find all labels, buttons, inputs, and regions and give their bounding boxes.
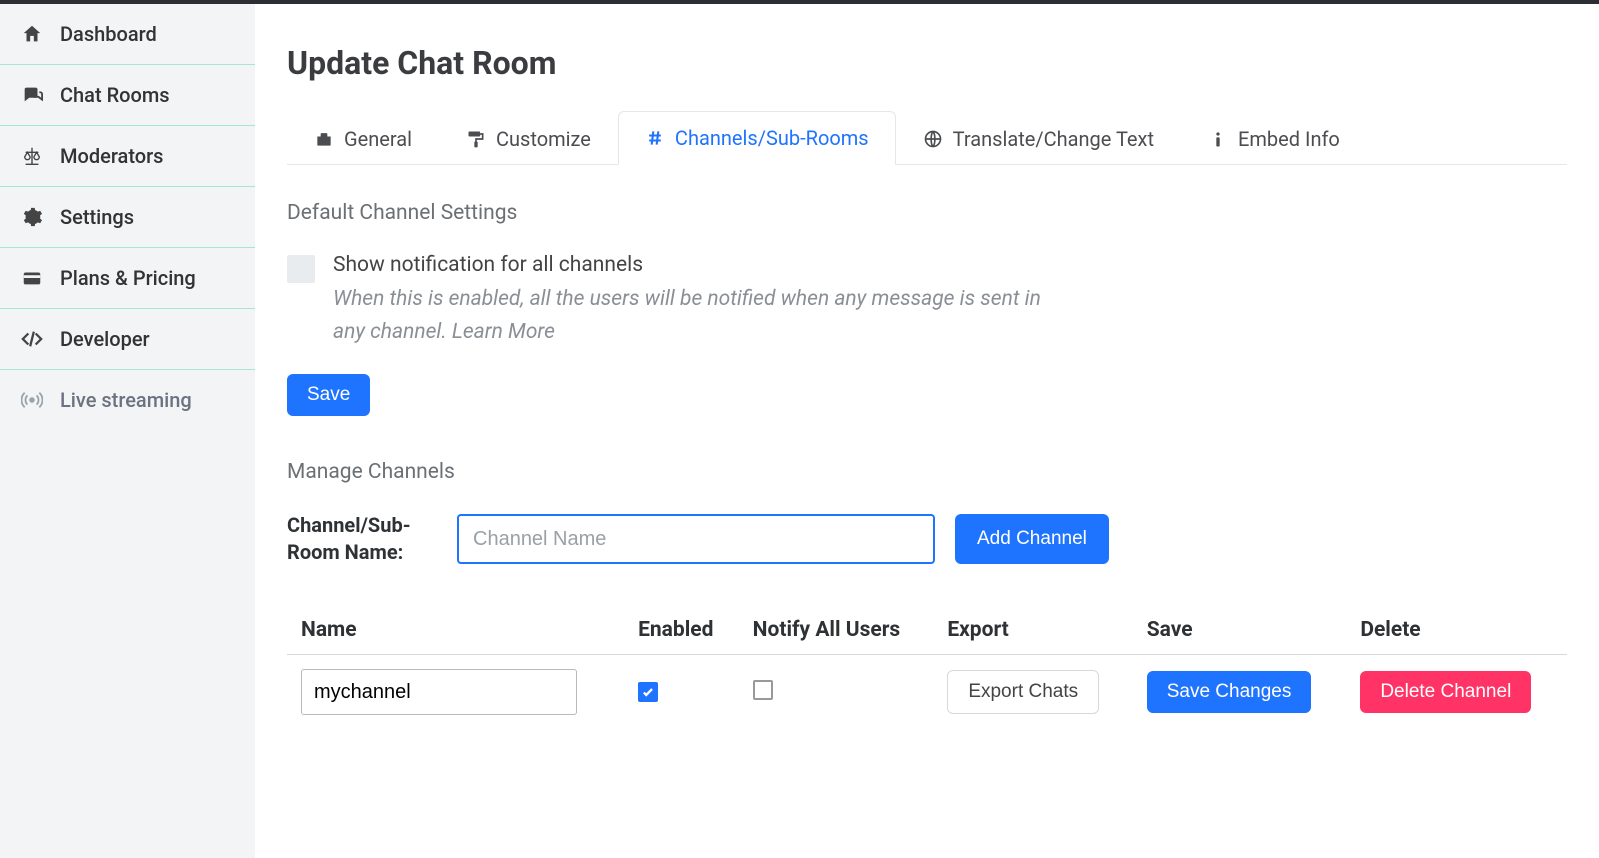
sidebar-item-label: Dashboard xyxy=(60,22,157,46)
paint-roller-icon xyxy=(466,129,486,149)
col-export: Export xyxy=(933,606,1132,655)
col-name: Name xyxy=(287,606,624,655)
channel-name-input[interactable] xyxy=(457,514,935,564)
save-settings-button[interactable]: Save xyxy=(287,374,370,416)
tab-customize[interactable]: Customize xyxy=(439,111,618,165)
page-title: Update Chat Room xyxy=(287,44,1567,82)
toolbox-icon xyxy=(314,129,334,149)
sidebar-item-label: Settings xyxy=(60,205,134,229)
col-enabled: Enabled xyxy=(624,606,739,655)
info-icon xyxy=(1208,129,1228,149)
main-content: Update Chat Room General Customize Chann… xyxy=(255,4,1599,858)
tab-translate[interactable]: Translate/Change Text xyxy=(896,111,1181,165)
sidebar-item-developer[interactable]: Developer xyxy=(0,309,255,370)
app-layout: Dashboard Chat Rooms Moderators Settings… xyxy=(0,4,1599,858)
tab-channels[interactable]: Channels/Sub-Rooms xyxy=(618,111,896,165)
default-settings-section: Default Channel Settings Show notificati… xyxy=(287,201,1567,416)
sidebar-item-label: Live streaming xyxy=(60,388,192,412)
notify-all-description: When this is enabled, all the users will… xyxy=(333,283,1053,348)
tab-label: Customize xyxy=(496,127,591,151)
chat-icon xyxy=(20,83,44,107)
channels-table: Name Enabled Notify All Users Export Sav… xyxy=(287,606,1567,729)
notify-all-label: Show notification for all channels xyxy=(333,253,1053,277)
home-icon xyxy=(20,22,44,46)
notify-all-setting: Show notification for all channels When … xyxy=(287,253,1567,348)
section-heading: Default Channel Settings xyxy=(287,201,1567,225)
table-row: Export Chats Save Changes Delete Channel xyxy=(287,655,1567,730)
delete-channel-button[interactable]: Delete Channel xyxy=(1360,671,1531,713)
tab-embed[interactable]: Embed Info xyxy=(1181,111,1367,165)
sidebar-item-label: Plans & Pricing xyxy=(60,266,196,290)
manage-channels-section: Manage Channels Channel/Sub-Room Name: A… xyxy=(287,460,1567,729)
sidebar-item-settings[interactable]: Settings xyxy=(0,187,255,248)
col-delete: Delete xyxy=(1346,606,1567,655)
sidebar-item-live-streaming[interactable]: Live streaming xyxy=(0,370,255,430)
row-enabled-checkbox[interactable] xyxy=(638,682,658,702)
row-name-input[interactable] xyxy=(301,669,577,715)
sidebar-item-label: Chat Rooms xyxy=(60,83,170,107)
add-channel-button[interactable]: Add Channel xyxy=(955,514,1109,564)
sidebar-item-moderators[interactable]: Moderators xyxy=(0,126,255,187)
section-heading: Manage Channels xyxy=(287,460,1567,484)
hashtag-icon xyxy=(645,128,665,148)
tab-bar: General Customize Channels/Sub-Rooms Tra… xyxy=(287,110,1567,165)
tab-label: Channels/Sub-Rooms xyxy=(675,126,869,150)
gear-icon xyxy=(20,205,44,229)
broadcast-icon xyxy=(20,388,44,412)
sidebar-item-chat-rooms[interactable]: Chat Rooms xyxy=(0,65,255,126)
scale-icon xyxy=(20,144,44,168)
sidebar-item-plans[interactable]: Plans & Pricing xyxy=(0,248,255,309)
save-changes-button[interactable]: Save Changes xyxy=(1147,671,1312,713)
tab-label: Embed Info xyxy=(1238,127,1340,151)
notify-all-checkbox[interactable] xyxy=(287,255,315,283)
sidebar-item-label: Developer xyxy=(60,327,150,351)
col-save: Save xyxy=(1133,606,1347,655)
channel-name-label: Channel/Sub-Room Name: xyxy=(287,512,437,566)
card-icon xyxy=(20,266,44,290)
add-channel-row: Channel/Sub-Room Name: Add Channel xyxy=(287,512,1567,566)
globe-icon xyxy=(923,129,943,149)
sidebar: Dashboard Chat Rooms Moderators Settings… xyxy=(0,4,255,858)
tab-label: General xyxy=(344,127,412,151)
col-notify: Notify All Users xyxy=(739,606,934,655)
setting-text: Show notification for all channels When … xyxy=(333,253,1053,348)
table-header-row: Name Enabled Notify All Users Export Sav… xyxy=(287,606,1567,655)
tab-label: Translate/Change Text xyxy=(953,127,1154,151)
row-notify-checkbox[interactable] xyxy=(753,680,773,700)
export-chats-button[interactable]: Export Chats xyxy=(947,670,1099,714)
sidebar-item-label: Moderators xyxy=(60,144,163,168)
sidebar-item-dashboard[interactable]: Dashboard xyxy=(0,4,255,65)
code-icon xyxy=(20,327,44,351)
tab-general[interactable]: General xyxy=(287,111,439,165)
